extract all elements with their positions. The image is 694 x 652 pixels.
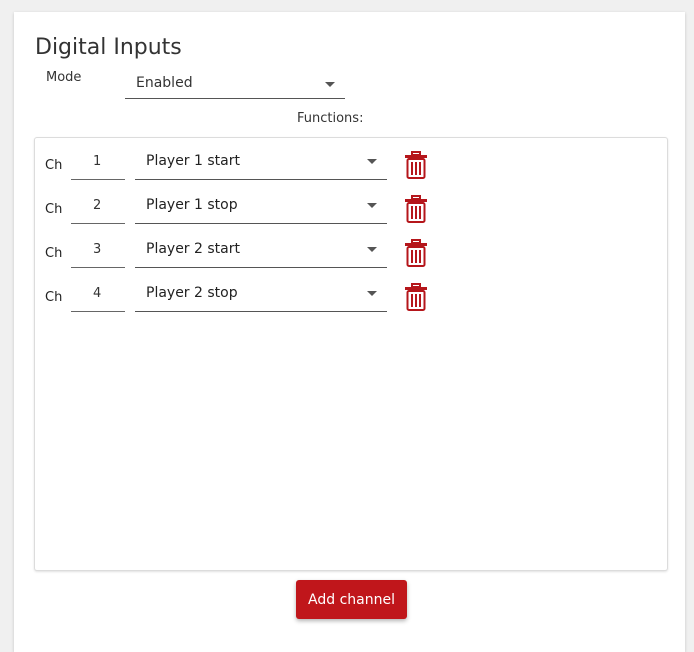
functions-label: Functions:: [297, 111, 364, 126]
channel-number-input[interactable]: 3: [71, 231, 125, 268]
function-select[interactable]: Player 1 stop: [135, 187, 387, 224]
add-channel-button[interactable]: Add channel: [296, 580, 407, 619]
channel-row: Ch 4 Player 2 stop: [35, 275, 667, 315]
channel-row: Ch 3 Player 2 start: [35, 231, 667, 271]
channel-label: Ch: [45, 202, 63, 217]
mode-select-value: Enabled: [136, 75, 193, 91]
caret-down-icon: [367, 159, 377, 164]
function-select-value: Player 2 stop: [146, 285, 238, 301]
caret-down-icon: [325, 82, 335, 87]
digital-inputs-card: Digital Inputs Mode Enabled Functions: C…: [14, 12, 685, 652]
function-select[interactable]: Player 2 stop: [135, 275, 387, 312]
trash-icon[interactable]: [404, 195, 428, 223]
channel-row: Ch 1 Player 1 start: [35, 143, 667, 183]
caret-down-icon: [367, 247, 377, 252]
trash-icon[interactable]: [404, 239, 428, 267]
mode-select[interactable]: Enabled: [125, 70, 345, 99]
channel-row: Ch 2 Player 1 stop: [35, 187, 667, 227]
channel-number-value: 3: [93, 242, 102, 257]
panel-title: Digital Inputs: [35, 35, 182, 60]
channel-number-input[interactable]: 1: [71, 143, 125, 180]
trash-icon[interactable]: [404, 151, 428, 179]
channel-number-input[interactable]: 2: [71, 187, 125, 224]
channel-number-value: 1: [93, 154, 102, 169]
channel-label: Ch: [45, 290, 63, 305]
function-select[interactable]: Player 1 start: [135, 143, 387, 180]
function-select-value: Player 2 start: [146, 241, 240, 257]
trash-icon[interactable]: [404, 283, 428, 311]
mode-label: Mode: [46, 70, 82, 85]
function-select[interactable]: Player 2 start: [135, 231, 387, 268]
function-select-value: Player 1 start: [146, 153, 240, 169]
channel-list: Ch 1 Player 1 start Ch 2 Player 1 stop C…: [34, 137, 668, 571]
caret-down-icon: [367, 203, 377, 208]
function-select-value: Player 1 stop: [146, 197, 238, 213]
caret-down-icon: [367, 291, 377, 296]
channel-number-value: 2: [93, 198, 102, 213]
channel-label: Ch: [45, 158, 63, 173]
channel-number-input[interactable]: 4: [71, 275, 125, 312]
channel-label: Ch: [45, 246, 63, 261]
channel-number-value: 4: [93, 286, 102, 301]
